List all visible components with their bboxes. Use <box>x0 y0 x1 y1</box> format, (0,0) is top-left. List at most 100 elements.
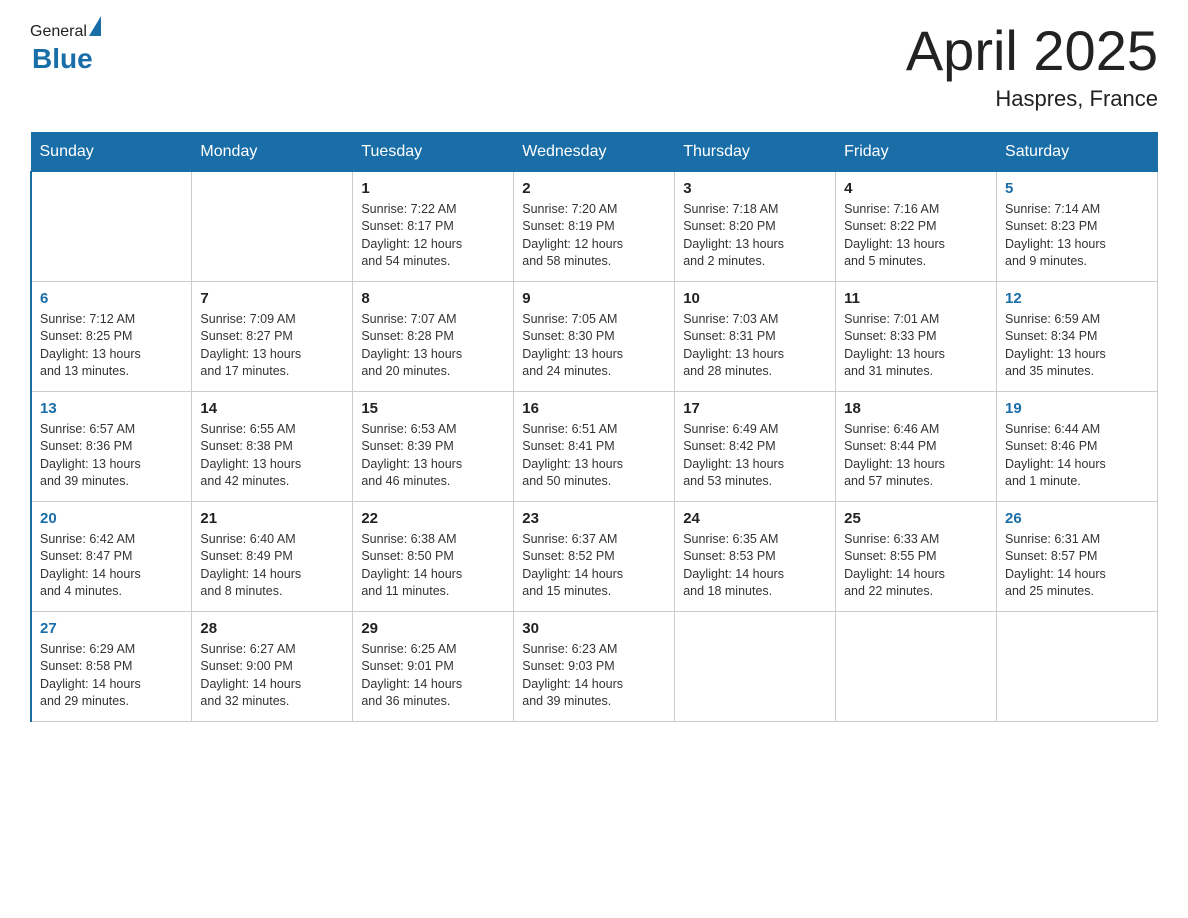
day-number: 12 <box>1005 288 1149 309</box>
day-info: Sunrise: 6:29 AMSunset: 8:58 PMDaylight:… <box>40 641 183 711</box>
day-info: Sunrise: 6:38 AMSunset: 8:50 PMDaylight:… <box>361 531 505 601</box>
calendar-cell: 30Sunrise: 6:23 AMSunset: 9:03 PMDayligh… <box>514 611 675 721</box>
day-info: Sunrise: 7:01 AMSunset: 8:33 PMDaylight:… <box>844 311 988 381</box>
day-info: Sunrise: 7:22 AMSunset: 8:17 PMDaylight:… <box>361 201 505 271</box>
day-number: 27 <box>40 618 183 639</box>
week-row-5: 27Sunrise: 6:29 AMSunset: 8:58 PMDayligh… <box>31 611 1158 721</box>
day-number: 17 <box>683 398 827 419</box>
day-number: 10 <box>683 288 827 309</box>
logo-triangle-icon <box>89 16 101 36</box>
calendar-cell <box>675 611 836 721</box>
day-info: Sunrise: 7:12 AMSunset: 8:25 PMDaylight:… <box>40 311 183 381</box>
day-number: 25 <box>844 508 988 529</box>
day-info: Sunrise: 7:16 AMSunset: 8:22 PMDaylight:… <box>844 201 988 271</box>
calendar-cell <box>31 171 192 281</box>
day-info: Sunrise: 6:37 AMSunset: 8:52 PMDaylight:… <box>522 531 666 601</box>
day-info: Sunrise: 7:18 AMSunset: 8:20 PMDaylight:… <box>683 201 827 271</box>
calendar-cell: 22Sunrise: 6:38 AMSunset: 8:50 PMDayligh… <box>353 501 514 611</box>
day-info: Sunrise: 7:14 AMSunset: 8:23 PMDaylight:… <box>1005 201 1149 271</box>
calendar-cell: 21Sunrise: 6:40 AMSunset: 8:49 PMDayligh… <box>192 501 353 611</box>
day-number: 3 <box>683 178 827 199</box>
day-info: Sunrise: 6:23 AMSunset: 9:03 PMDaylight:… <box>522 641 666 711</box>
day-number: 1 <box>361 178 505 199</box>
day-info: Sunrise: 6:46 AMSunset: 8:44 PMDaylight:… <box>844 421 988 491</box>
day-info: Sunrise: 6:40 AMSunset: 8:49 PMDaylight:… <box>200 531 344 601</box>
column-header-monday: Monday <box>192 132 353 171</box>
calendar-cell <box>997 611 1158 721</box>
calendar-cell: 8Sunrise: 7:07 AMSunset: 8:28 PMDaylight… <box>353 281 514 391</box>
day-info: Sunrise: 6:53 AMSunset: 8:39 PMDaylight:… <box>361 421 505 491</box>
day-info: Sunrise: 6:35 AMSunset: 8:53 PMDaylight:… <box>683 531 827 601</box>
day-info: Sunrise: 7:03 AMSunset: 8:31 PMDaylight:… <box>683 311 827 381</box>
calendar-cell: 3Sunrise: 7:18 AMSunset: 8:20 PMDaylight… <box>675 171 836 281</box>
calendar-cell: 26Sunrise: 6:31 AMSunset: 8:57 PMDayligh… <box>997 501 1158 611</box>
day-info: Sunrise: 6:33 AMSunset: 8:55 PMDaylight:… <box>844 531 988 601</box>
day-number: 26 <box>1005 508 1149 529</box>
day-number: 9 <box>522 288 666 309</box>
day-info: Sunrise: 6:31 AMSunset: 8:57 PMDaylight:… <box>1005 531 1149 601</box>
day-number: 21 <box>200 508 344 529</box>
day-info: Sunrise: 7:07 AMSunset: 8:28 PMDaylight:… <box>361 311 505 381</box>
day-number: 13 <box>40 398 183 419</box>
logo: General Blue <box>30 20 101 75</box>
column-header-wednesday: Wednesday <box>514 132 675 171</box>
title-block: April 2025 Haspres, France <box>906 20 1158 112</box>
day-info: Sunrise: 6:44 AMSunset: 8:46 PMDaylight:… <box>1005 421 1149 491</box>
column-header-tuesday: Tuesday <box>353 132 514 171</box>
day-number: 4 <box>844 178 988 199</box>
column-header-friday: Friday <box>836 132 997 171</box>
calendar-cell: 7Sunrise: 7:09 AMSunset: 8:27 PMDaylight… <box>192 281 353 391</box>
day-number: 22 <box>361 508 505 529</box>
calendar-cell: 11Sunrise: 7:01 AMSunset: 8:33 PMDayligh… <box>836 281 997 391</box>
week-row-1: 1Sunrise: 7:22 AMSunset: 8:17 PMDaylight… <box>31 171 1158 281</box>
calendar-cell: 23Sunrise: 6:37 AMSunset: 8:52 PMDayligh… <box>514 501 675 611</box>
calendar-cell: 9Sunrise: 7:05 AMSunset: 8:30 PMDaylight… <box>514 281 675 391</box>
calendar-cell: 2Sunrise: 7:20 AMSunset: 8:19 PMDaylight… <box>514 171 675 281</box>
column-header-sunday: Sunday <box>31 132 192 171</box>
calendar-cell: 20Sunrise: 6:42 AMSunset: 8:47 PMDayligh… <box>31 501 192 611</box>
day-number: 2 <box>522 178 666 199</box>
day-number: 5 <box>1005 178 1149 199</box>
day-number: 29 <box>361 618 505 639</box>
day-number: 23 <box>522 508 666 529</box>
day-number: 16 <box>522 398 666 419</box>
day-info: Sunrise: 7:05 AMSunset: 8:30 PMDaylight:… <box>522 311 666 381</box>
calendar-cell: 28Sunrise: 6:27 AMSunset: 9:00 PMDayligh… <box>192 611 353 721</box>
calendar-cell: 5Sunrise: 7:14 AMSunset: 8:23 PMDaylight… <box>997 171 1158 281</box>
day-number: 19 <box>1005 398 1149 419</box>
day-number: 11 <box>844 288 988 309</box>
calendar-table: SundayMondayTuesdayWednesdayThursdayFrid… <box>30 132 1158 722</box>
calendar-cell: 19Sunrise: 6:44 AMSunset: 8:46 PMDayligh… <box>997 391 1158 501</box>
calendar-cell <box>192 171 353 281</box>
calendar-cell: 27Sunrise: 6:29 AMSunset: 8:58 PMDayligh… <box>31 611 192 721</box>
day-info: Sunrise: 6:42 AMSunset: 8:47 PMDaylight:… <box>40 531 183 601</box>
day-number: 20 <box>40 508 183 529</box>
calendar-cell: 1Sunrise: 7:22 AMSunset: 8:17 PMDaylight… <box>353 171 514 281</box>
calendar-cell: 4Sunrise: 7:16 AMSunset: 8:22 PMDaylight… <box>836 171 997 281</box>
logo-general-text: General <box>30 23 87 41</box>
day-info: Sunrise: 6:51 AMSunset: 8:41 PMDaylight:… <box>522 421 666 491</box>
day-info: Sunrise: 6:57 AMSunset: 8:36 PMDaylight:… <box>40 421 183 491</box>
calendar-header-row: SundayMondayTuesdayWednesdayThursdayFrid… <box>31 132 1158 171</box>
calendar-cell <box>836 611 997 721</box>
calendar-cell: 18Sunrise: 6:46 AMSunset: 8:44 PMDayligh… <box>836 391 997 501</box>
calendar-cell: 14Sunrise: 6:55 AMSunset: 8:38 PMDayligh… <box>192 391 353 501</box>
day-number: 7 <box>200 288 344 309</box>
week-row-3: 13Sunrise: 6:57 AMSunset: 8:36 PMDayligh… <box>31 391 1158 501</box>
day-info: Sunrise: 6:25 AMSunset: 9:01 PMDaylight:… <box>361 641 505 711</box>
logo-blue-text: Blue <box>32 43 93 75</box>
calendar-cell: 24Sunrise: 6:35 AMSunset: 8:53 PMDayligh… <box>675 501 836 611</box>
calendar-cell: 15Sunrise: 6:53 AMSunset: 8:39 PMDayligh… <box>353 391 514 501</box>
day-info: Sunrise: 7:09 AMSunset: 8:27 PMDaylight:… <box>200 311 344 381</box>
page-header: General Blue April 2025 Haspres, France <box>30 20 1158 112</box>
calendar-cell: 16Sunrise: 6:51 AMSunset: 8:41 PMDayligh… <box>514 391 675 501</box>
calendar-cell: 25Sunrise: 6:33 AMSunset: 8:55 PMDayligh… <box>836 501 997 611</box>
column-header-saturday: Saturday <box>997 132 1158 171</box>
calendar-cell: 6Sunrise: 7:12 AMSunset: 8:25 PMDaylight… <box>31 281 192 391</box>
day-number: 14 <box>200 398 344 419</box>
week-row-2: 6Sunrise: 7:12 AMSunset: 8:25 PMDaylight… <box>31 281 1158 391</box>
day-number: 28 <box>200 618 344 639</box>
day-number: 24 <box>683 508 827 529</box>
month-title: April 2025 <box>906 20 1158 82</box>
week-row-4: 20Sunrise: 6:42 AMSunset: 8:47 PMDayligh… <box>31 501 1158 611</box>
